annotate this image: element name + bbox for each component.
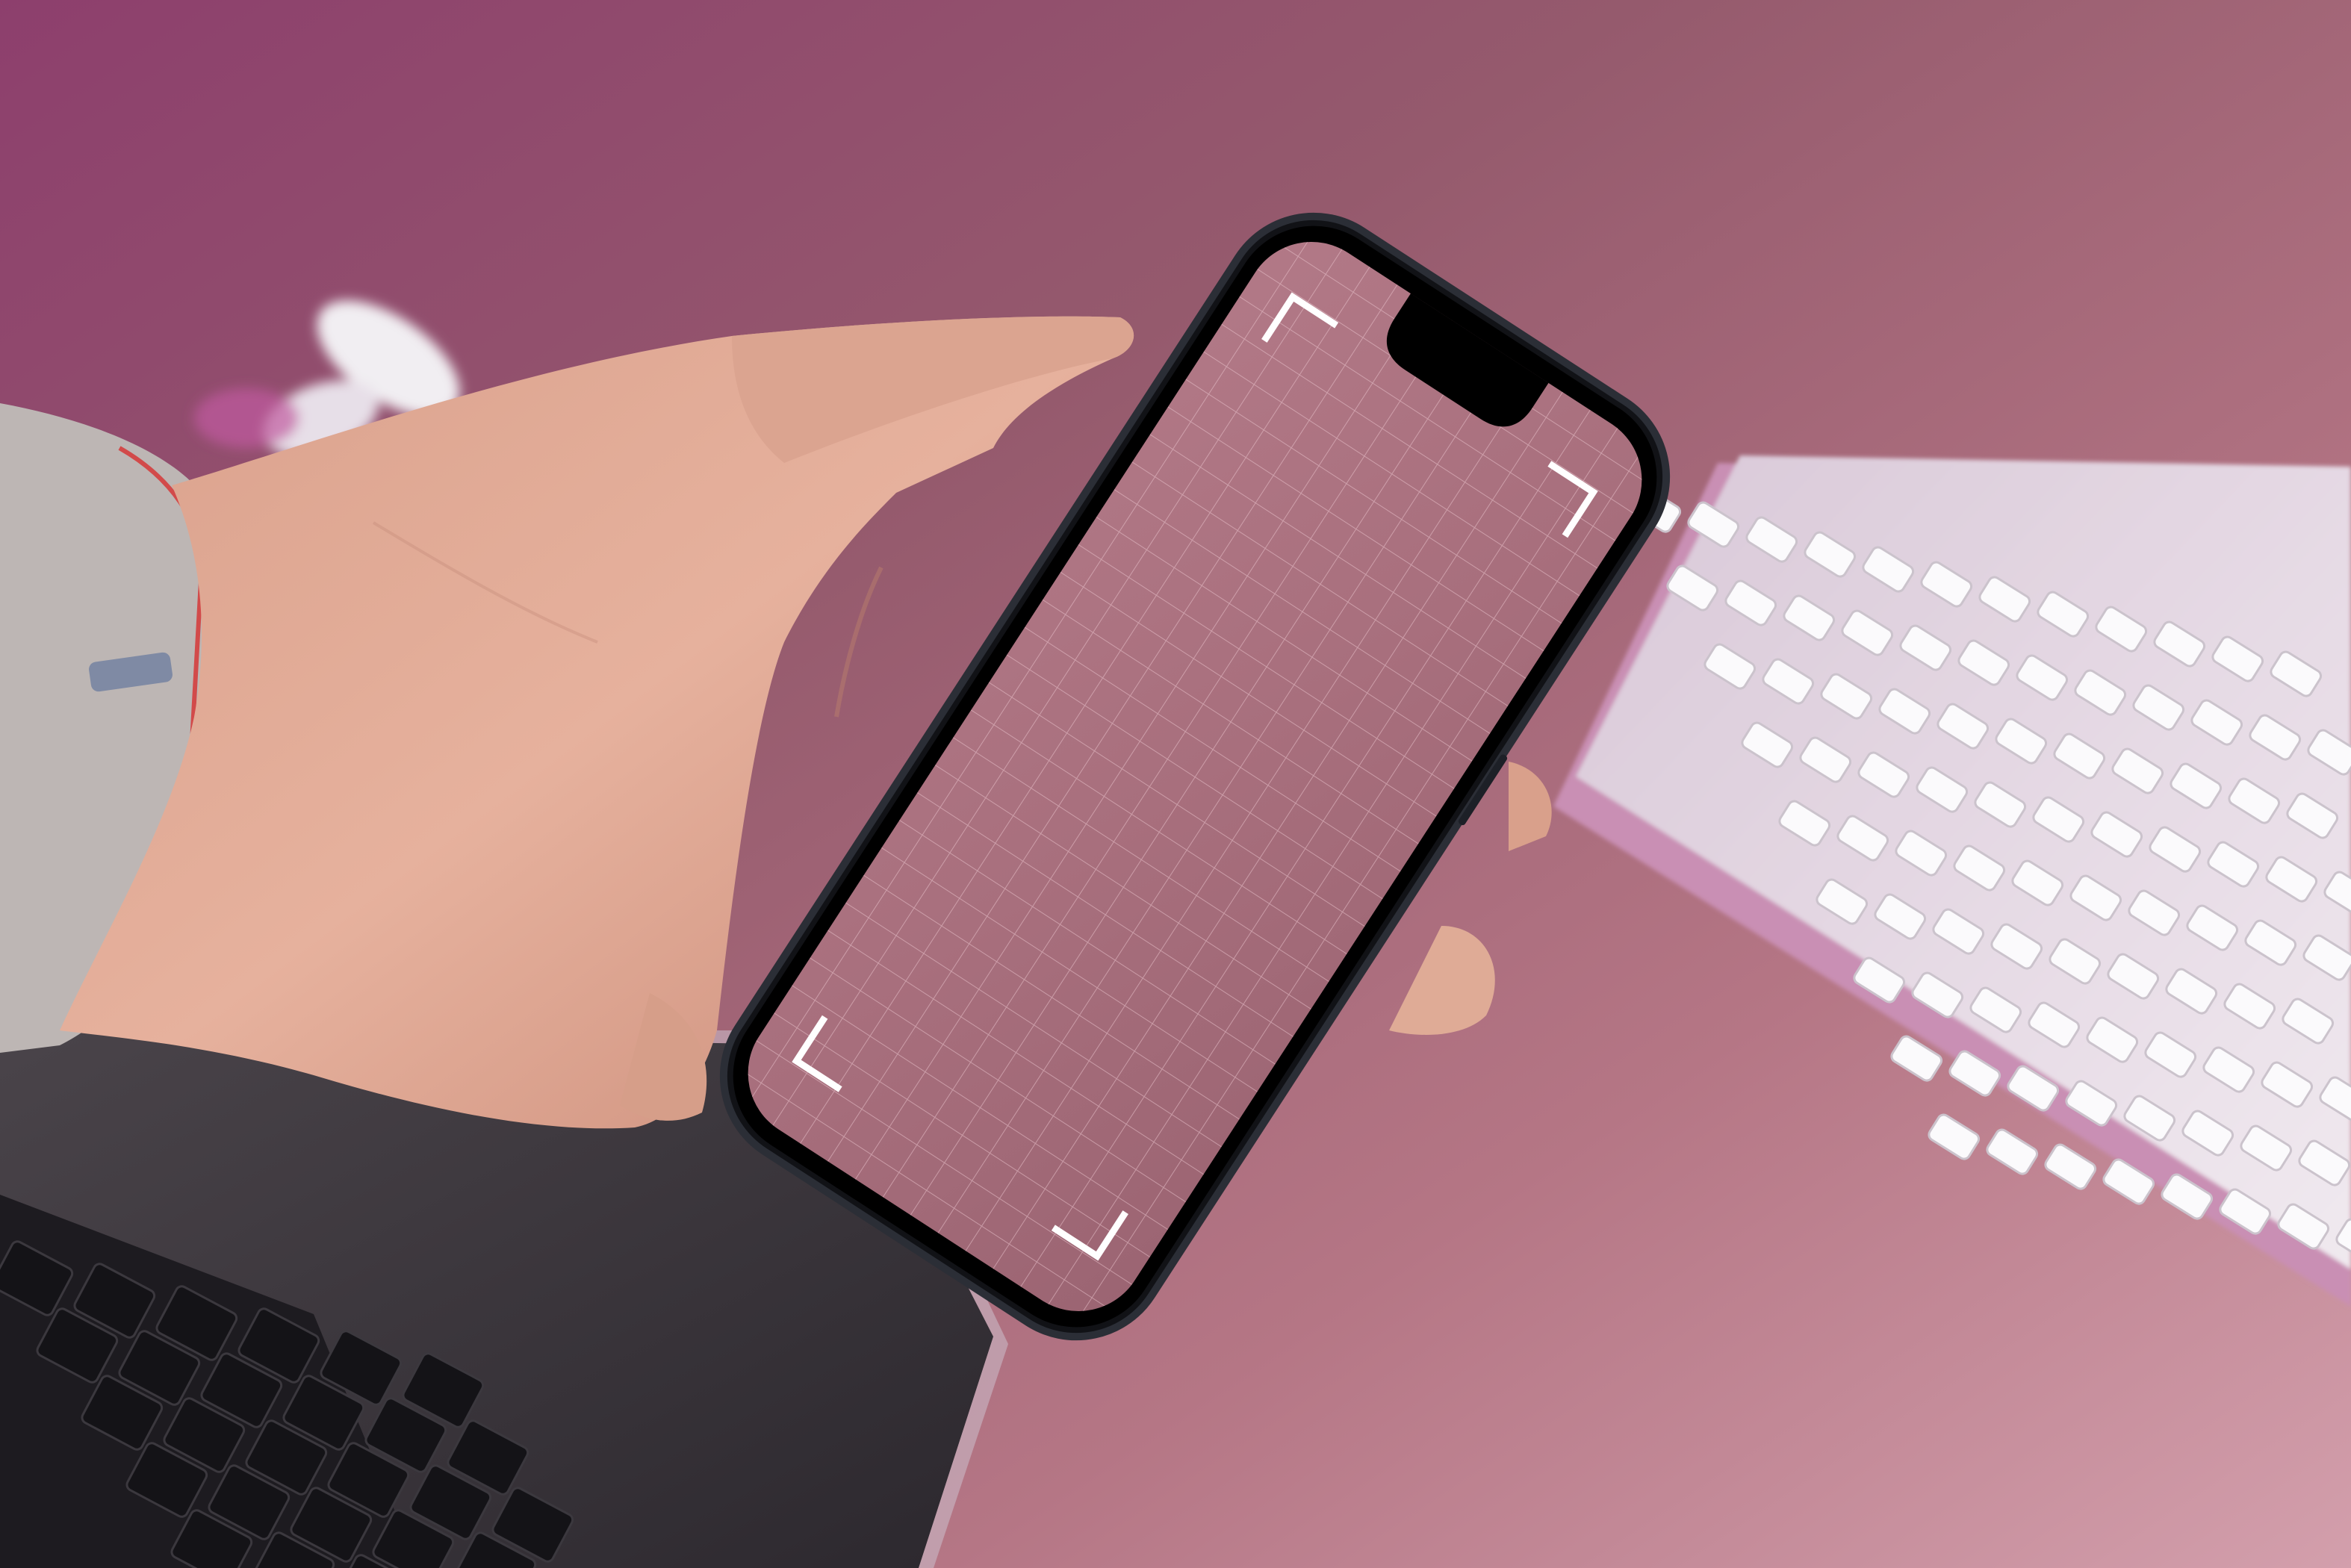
photo-scene: [0, 0, 2351, 1568]
photo-canvas: [0, 0, 2351, 1568]
